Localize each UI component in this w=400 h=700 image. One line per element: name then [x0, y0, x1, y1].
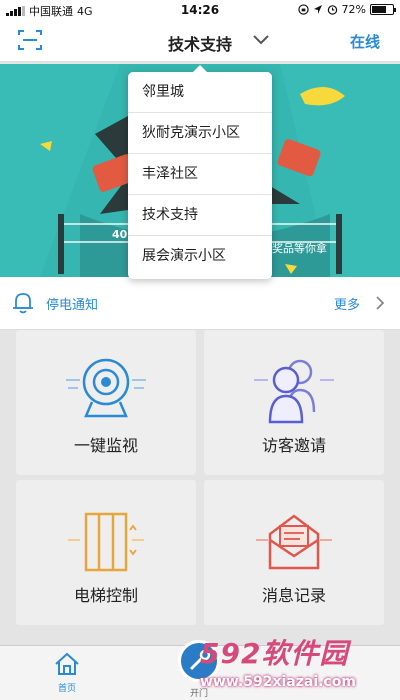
tile-elevator[interactable]: 电梯控制: [16, 480, 196, 625]
chevron-right-icon[interactable]: [374, 295, 386, 311]
more-link[interactable]: 更多: [334, 294, 360, 313]
location-icon: [313, 5, 322, 14]
banner-text-right: 奖品等你拿: [272, 242, 327, 255]
tab-home-label: 首页: [57, 684, 76, 694]
community-title[interactable]: 技术支持: [0, 31, 400, 55]
app-screen: 中国联通 4G 14:26 72% 技术支持 在线 40 奖品等你拿 停电通知 …: [0, 0, 400, 700]
dropdown-item[interactable]: 邻里城: [128, 72, 272, 113]
dropdown-item[interactable]: 狄耐克演示小区: [128, 113, 272, 154]
tile-elevator-label: 电梯控制: [73, 586, 138, 605]
visitors-icon: [254, 359, 334, 424]
banner-text-left: 40: [112, 228, 128, 241]
alarm-icon: [327, 5, 337, 15]
dropdown-item[interactable]: 技术支持: [128, 195, 272, 236]
online-status[interactable]: 在线: [350, 31, 380, 52]
dropdown-item[interactable]: 展会演示小区: [128, 236, 272, 277]
notice-row[interactable]: 停电通知 更多: [0, 277, 400, 330]
tab-home[interactable]: 首页: [45, 652, 89, 694]
tile-visitor[interactable]: 访客邀请: [204, 330, 384, 475]
tile-monitor[interactable]: 一键监视: [16, 330, 196, 475]
bell-icon: [13, 293, 33, 314]
tile-monitor-label: 一键监视: [73, 436, 138, 455]
nav-bar: 技术支持 在线: [0, 20, 400, 62]
home-icon: [55, 652, 79, 675]
watermark-brand: 592软件园: [200, 637, 349, 670]
chevron-down-icon[interactable]: [252, 32, 270, 46]
lock-rotation-icon: [297, 4, 309, 15]
mail-icon: [256, 514, 332, 570]
notice-title[interactable]: 停电通知: [46, 294, 98, 313]
watermark: 592软件园 www.592xiazai.com: [196, 628, 400, 700]
status-bar: 中国联通 4G 14:26 72%: [0, 0, 400, 20]
dropdown-item[interactable]: 丰泽社区: [128, 154, 272, 195]
community-dropdown: 邻里城 狄耐克演示小区 丰泽社区 技术支持 展会演示小区: [128, 65, 272, 279]
tile-visitor-label: 访客邀请: [261, 436, 326, 455]
tile-messages-label: 消息记录: [261, 586, 326, 605]
camera-icon: [66, 358, 146, 418]
battery-percent: 72%: [341, 3, 366, 16]
elevator-icon: [68, 512, 144, 572]
tile-messages[interactable]: 消息记录: [204, 480, 384, 625]
battery-icon: [370, 4, 396, 15]
watermark-url: www.592xiazai.com: [200, 674, 356, 690]
